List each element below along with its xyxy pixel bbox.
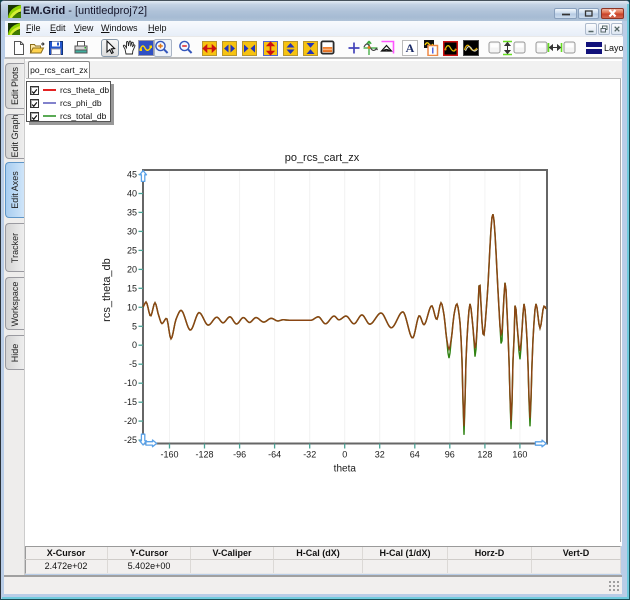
svg-text:A: A	[406, 41, 415, 55]
